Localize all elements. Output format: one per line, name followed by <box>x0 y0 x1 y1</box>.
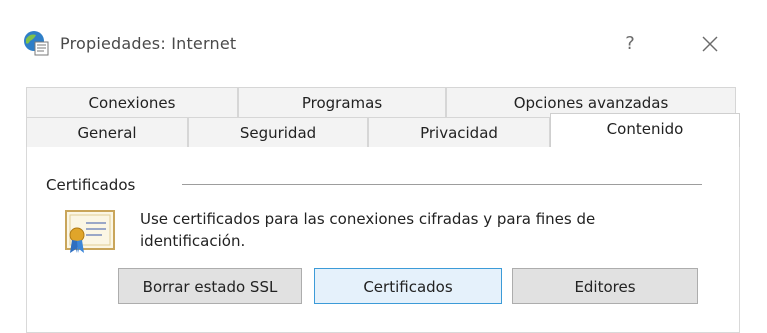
tab-programas[interactable]: Programas <box>238 87 446 117</box>
tab-general[interactable]: General <box>26 117 188 147</box>
help-button[interactable]: ? <box>618 30 642 58</box>
tab-seguridad[interactable]: Seguridad <box>188 117 368 147</box>
tab-privacidad[interactable]: Privacidad <box>368 117 550 147</box>
internet-options-icon <box>24 31 49 56</box>
certificates-group-label: Certificados <box>46 176 136 194</box>
tab-conexiones[interactable]: Conexiones <box>26 87 238 117</box>
certificates-button[interactable]: Certificados <box>314 268 502 304</box>
title-bar: Propiedades: Internet ? <box>0 0 767 80</box>
clear-ssl-state-button[interactable]: Borrar estado SSL <box>118 268 302 304</box>
publishers-button[interactable]: Editores <box>512 268 698 304</box>
close-icon[interactable] <box>696 30 724 58</box>
certificates-description: Use certificados para las conexiones cif… <box>140 210 596 250</box>
certificate-icon <box>65 210 115 253</box>
window-title: Propiedades: Internet <box>60 34 237 53</box>
tab-contenido[interactable]: Contenido <box>550 113 740 147</box>
group-divider <box>182 184 702 185</box>
